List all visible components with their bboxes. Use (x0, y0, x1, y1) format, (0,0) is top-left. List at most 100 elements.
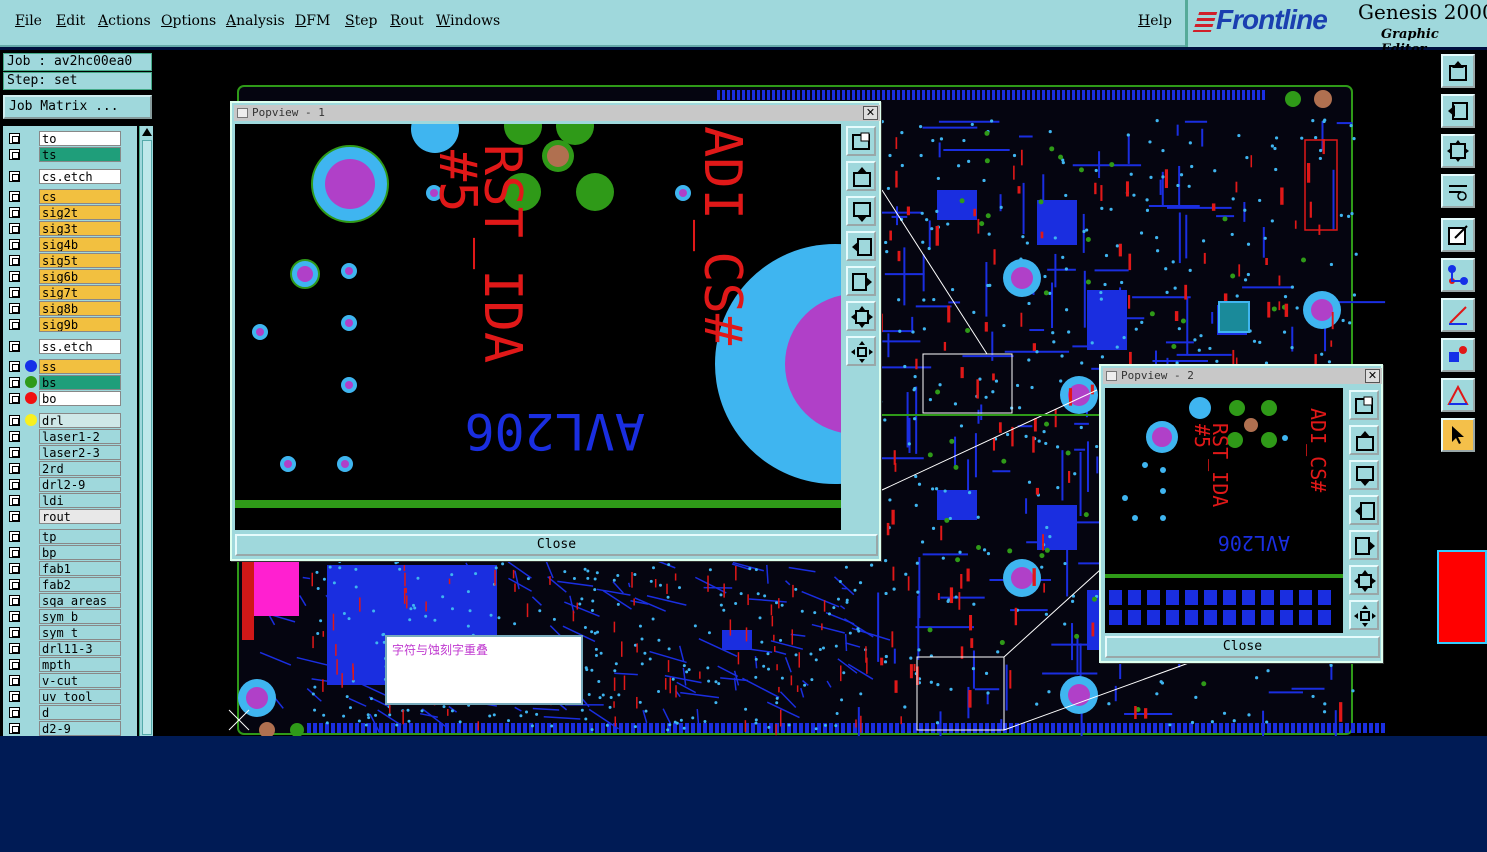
layer-row[interactable]: uv_tool (3, 688, 137, 704)
popview-2-pan-up-button[interactable] (1349, 425, 1379, 455)
layer-name[interactable]: cs.etch (39, 169, 121, 184)
layer-name[interactable]: sig3t (39, 221, 121, 236)
layer-checkbox[interactable] (9, 659, 20, 670)
menu-windows[interactable]: Windows (436, 13, 500, 29)
layer-name[interactable]: 2rd (39, 461, 121, 476)
layer-name[interactable]: d2-9 (39, 721, 121, 736)
layer-row[interactable]: drl11-3 (3, 640, 137, 656)
polygon-button[interactable] (1441, 378, 1475, 412)
scroll-thumb[interactable] (142, 140, 152, 735)
layer-row[interactable]: sqa_areas (3, 592, 137, 608)
layer-checkbox[interactable] (9, 691, 20, 702)
menu-edit[interactable]: Edit (56, 13, 85, 29)
layer-row[interactable]: ts (3, 146, 137, 162)
layer-row[interactable]: sig8b (3, 300, 137, 316)
layer-checkbox[interactable] (9, 547, 20, 558)
popview-1-close-icon[interactable]: ✕ (863, 106, 878, 120)
layer-color-dot[interactable] (25, 392, 37, 404)
layer-checkbox[interactable] (9, 579, 20, 590)
layer-row[interactable]: sig5t (3, 252, 137, 268)
layer-checkbox[interactable] (9, 319, 20, 330)
layer-checkbox[interactable] (9, 531, 20, 542)
layer-name[interactable]: sig4b (39, 237, 121, 252)
layer-name[interactable]: bo (39, 391, 121, 406)
layer-row[interactable]: d2-9 (3, 720, 137, 736)
popview-2-view[interactable]: RST_IDA #5 ADI_CS# AVL206 (1105, 388, 1343, 633)
popview-2-pan-down-button[interactable] (1349, 460, 1379, 490)
layer-row[interactable]: laser2-3 (3, 444, 137, 460)
layer-row[interactable]: cs.etch (3, 168, 137, 184)
layer-row[interactable]: sig2t (3, 204, 137, 220)
layer-name[interactable]: sym_b (39, 609, 121, 624)
popview-1-pan-up-button[interactable] (846, 161, 876, 191)
layer-color-swatch[interactable] (1437, 550, 1487, 644)
popview-2-fit-button[interactable] (1349, 565, 1379, 595)
layer-name[interactable]: to (39, 131, 121, 146)
layer-checkbox[interactable] (9, 287, 20, 298)
layer-row[interactable]: rout (3, 508, 137, 524)
layer-checkbox[interactable] (9, 495, 20, 506)
layer-row[interactable]: tp (3, 528, 137, 544)
layer-name[interactable]: ts (39, 147, 121, 162)
layer-row[interactable]: sym_b (3, 608, 137, 624)
menu-dfm[interactable]: DFM (295, 13, 330, 29)
scroll-up-icon[interactable] (142, 128, 152, 136)
layer-row[interactable]: d (3, 704, 137, 720)
layer-name[interactable]: sym_t (39, 625, 121, 640)
layer-name[interactable]: bs (39, 375, 121, 390)
layer-row[interactable]: drl2-9 (3, 476, 137, 492)
layer-row[interactable]: drl (3, 412, 137, 428)
popview-1-close-button[interactable]: Close (235, 534, 878, 556)
layer-checkbox[interactable] (9, 595, 20, 606)
layer-name[interactable]: laser1-2 (39, 429, 121, 444)
layer-checkbox[interactable] (9, 223, 20, 234)
pad-button[interactable] (1441, 338, 1475, 372)
layer-row[interactable]: bs (3, 374, 137, 390)
layer-checkbox[interactable] (9, 149, 20, 160)
layer-name[interactable]: drl (39, 413, 121, 428)
layer-name[interactable]: sig7t (39, 285, 121, 300)
popview-2-center-button[interactable] (1349, 600, 1379, 630)
layer-row[interactable]: sig6b (3, 268, 137, 284)
layer-color-dot[interactable] (25, 360, 37, 372)
menu-analysis[interactable]: Analysis (226, 13, 285, 29)
layer-name[interactable]: ss (39, 359, 121, 374)
popview-1-view[interactable]: RST_IDA #5 ADI_CS# AVL206 (235, 124, 841, 530)
popview-2-pan-left-button[interactable] (1349, 495, 1379, 525)
layer-checkbox[interactable] (9, 447, 20, 458)
popview-2-pan-right-button[interactable] (1349, 530, 1379, 560)
layer-checkbox[interactable] (9, 393, 20, 404)
layer-checkbox[interactable] (9, 341, 20, 352)
layer-name[interactable]: mpth (39, 657, 121, 672)
layer-checkbox[interactable] (9, 627, 20, 638)
layer-checkbox[interactable] (9, 255, 20, 266)
layer-checkbox[interactable] (9, 479, 20, 490)
menu-help[interactable]: Help (1138, 13, 1172, 29)
layer-checkbox[interactable] (9, 511, 20, 522)
layer-row[interactable]: bo (3, 390, 137, 406)
draw-line-button[interactable] (1441, 298, 1475, 332)
layer-name[interactable]: sig2t (39, 205, 121, 220)
layer-checkbox[interactable] (9, 675, 20, 686)
layer-name[interactable]: cs (39, 189, 121, 204)
layer-checkbox[interactable] (9, 303, 20, 314)
menu-step[interactable]: Step (345, 13, 377, 29)
layer-row[interactable]: sig9b (3, 316, 137, 332)
measure-button[interactable] (1441, 174, 1475, 208)
layer-name[interactable]: laser2-3 (39, 445, 121, 460)
layer-checkbox[interactable] (9, 415, 20, 426)
layer-checkbox[interactable] (9, 611, 20, 622)
popview-1-fit-button[interactable] (846, 301, 876, 331)
layer-name[interactable]: ldi (39, 493, 121, 508)
layer-row[interactable]: v-cut (3, 672, 137, 688)
layer-checkbox[interactable] (9, 207, 20, 218)
layer-name[interactable]: drl11-3 (39, 641, 121, 656)
layer-name[interactable]: tp (39, 529, 121, 544)
popview-2-titlebar[interactable]: Popview - 2 (1103, 368, 1382, 384)
layer-checkbox[interactable] (9, 723, 20, 734)
popview-1-pan-down-button[interactable] (846, 196, 876, 226)
layer-name[interactable]: sig6b (39, 269, 121, 284)
layer-color-dot[interactable] (25, 376, 37, 388)
layer-row[interactable]: to (3, 130, 137, 146)
layer-name[interactable]: v-cut (39, 673, 121, 688)
